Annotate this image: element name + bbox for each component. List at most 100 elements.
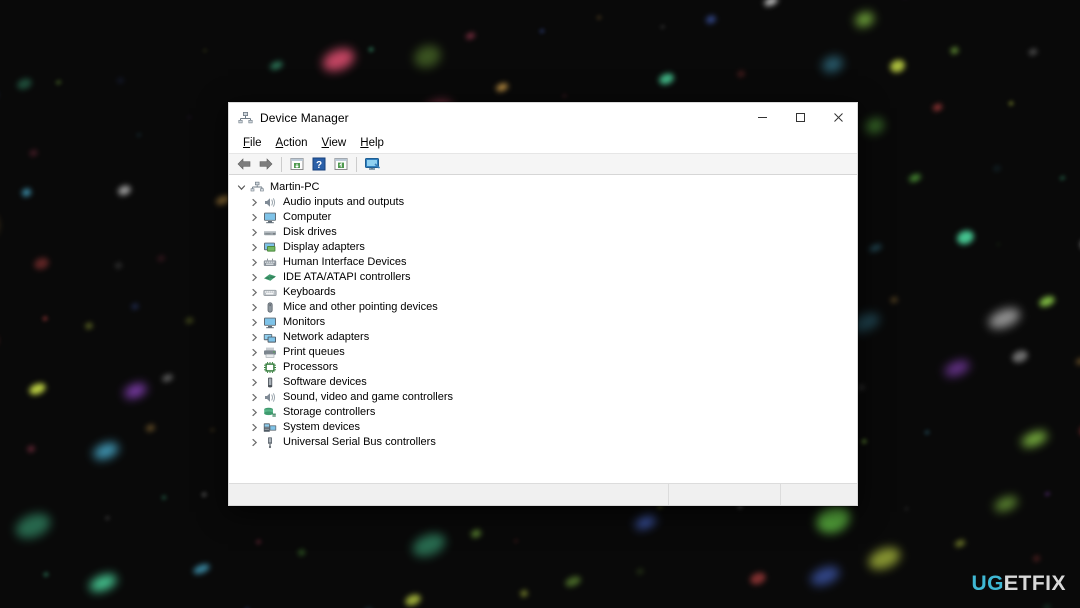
tree-item[interactable]: Network adapters <box>229 330 857 345</box>
mouse-icon <box>262 301 278 315</box>
tree-item-label: Universal Serial Bus controllers <box>283 436 436 448</box>
window-titlebar[interactable]: Device Manager <box>229 103 857 132</box>
chevron-right-icon[interactable] <box>248 391 261 404</box>
menu-help[interactable]: Help <box>354 135 391 151</box>
printer-icon <box>262 346 278 360</box>
chevron-right-icon[interactable] <box>248 196 261 209</box>
tree-item-label: Network adapters <box>283 331 370 343</box>
menu-view[interactable]: View <box>316 135 354 151</box>
tree-item[interactable]: Monitors <box>229 315 857 330</box>
tree-item[interactable]: Mice and other pointing devices <box>229 300 857 315</box>
tree-root-item[interactable]: Martin-PC <box>229 180 857 195</box>
tree-item[interactable]: Keyboards <box>229 285 857 300</box>
device-tree[interactable]: Martin-PC Audio inputs and outputs Comput… <box>229 175 857 483</box>
chevron-right-icon[interactable] <box>248 421 261 434</box>
chevron-right-icon[interactable] <box>248 436 261 449</box>
tree-item[interactable]: Audio inputs and outputs <box>229 195 857 210</box>
back-button[interactable] <box>233 154 255 174</box>
chevron-right-icon[interactable] <box>248 286 261 299</box>
chevron-right-icon[interactable] <box>248 331 261 344</box>
forward-button[interactable] <box>255 154 277 174</box>
tree-item[interactable]: Software devices <box>229 375 857 390</box>
scan-hardware-button[interactable] <box>361 154 383 174</box>
chevron-right-icon[interactable] <box>248 316 261 329</box>
ide-controller-icon <box>262 271 278 285</box>
tree-item[interactable]: Universal Serial Bus controllers <box>229 435 857 450</box>
status-pane-main <box>229 484 669 505</box>
network-adapter-icon <box>262 331 278 345</box>
monitor-icon <box>262 316 278 330</box>
svg-text:?: ? <box>316 160 322 171</box>
tree-item[interactable]: Display adapters <box>229 240 857 255</box>
maximize-button[interactable] <box>781 103 819 132</box>
device-manager-icon <box>237 110 253 126</box>
chevron-right-icon[interactable] <box>248 301 261 314</box>
chevron-right-icon[interactable] <box>248 361 261 374</box>
chevron-right-icon[interactable] <box>248 256 261 269</box>
menu-file[interactable]: File <box>237 135 269 151</box>
usb-controller-icon <box>262 436 278 450</box>
speaker-icon <box>262 196 278 210</box>
tree-item[interactable]: System devices <box>229 420 857 435</box>
monitor-icon <box>262 211 278 225</box>
chevron-right-icon[interactable] <box>248 241 261 254</box>
help-button[interactable]: ? <box>308 154 330 174</box>
hid-icon <box>262 256 278 270</box>
chevron-down-icon[interactable] <box>235 181 248 194</box>
tree-item-label: Disk drives <box>283 226 337 238</box>
menubar: File Action View Help <box>229 132 857 153</box>
minimize-button[interactable] <box>743 103 781 132</box>
tree-item-label: Storage controllers <box>283 406 376 418</box>
window-title: Device Manager <box>260 110 349 125</box>
update-driver-button[interactable] <box>330 154 352 174</box>
tree-item[interactable]: Print queues <box>229 345 857 360</box>
chevron-right-icon[interactable] <box>248 406 261 419</box>
toolbar-separator-2 <box>356 156 357 172</box>
window-controls <box>743 103 857 132</box>
chevron-right-icon[interactable] <box>248 226 261 239</box>
tree-item[interactable]: Sound, video and game controllers <box>229 390 857 405</box>
tree-item[interactable]: Processors <box>229 360 857 375</box>
device-manager-window: Device Manager File Action View Help ? M… <box>228 102 858 506</box>
statusbar <box>229 483 857 505</box>
software-device-icon <box>262 376 278 390</box>
status-pane-right <box>781 484 857 505</box>
chevron-right-icon[interactable] <box>248 271 261 284</box>
display-adapter-icon <box>262 241 278 255</box>
tree-item-label: Mice and other pointing devices <box>283 301 438 313</box>
tree-item-label: Computer <box>283 211 332 223</box>
sound-controller-icon <box>262 391 278 405</box>
storage-controller-icon <box>262 406 278 420</box>
system-device-icon <box>262 421 278 435</box>
tree-item[interactable]: Human Interface Devices <box>229 255 857 270</box>
tree-item[interactable]: Computer <box>229 210 857 225</box>
watermark-part-b: TFIX <box>1018 572 1066 595</box>
tree-item-label: Display adapters <box>283 241 365 253</box>
toolbar: ? <box>229 153 857 175</box>
tree-item-label: Audio inputs and outputs <box>283 196 405 208</box>
keyboard-icon <box>262 286 278 300</box>
tree-item-list: Audio inputs and outputs Computer Disk dri… <box>229 195 857 450</box>
tree-item-label: Sound, video and game controllers <box>283 391 453 403</box>
desktop-background: Device Manager File Action View Help ? M… <box>0 0 1080 608</box>
disk-drive-icon <box>262 226 278 240</box>
tree-item-label: IDE ATA/ATAPI controllers <box>283 271 411 283</box>
processor-icon <box>262 361 278 375</box>
properties-button[interactable] <box>286 154 308 174</box>
watermark-part-a: UG <box>971 572 1004 595</box>
chevron-right-icon[interactable] <box>248 376 261 389</box>
menu-action[interactable]: Action <box>270 135 315 151</box>
computer-node-icon <box>249 181 265 195</box>
tree-item-label: Software devices <box>283 376 367 388</box>
tree-item-label: Keyboards <box>283 286 336 298</box>
tree-item[interactable]: Disk drives <box>229 225 857 240</box>
toolbar-separator <box>281 156 282 172</box>
tree-item[interactable]: IDE ATA/ATAPI controllers <box>229 270 857 285</box>
watermark-part-e: E <box>1003 572 1019 595</box>
chevron-right-icon[interactable] <box>248 211 261 224</box>
tree-item[interactable]: Storage controllers <box>229 405 857 420</box>
chevron-right-icon[interactable] <box>248 346 261 359</box>
status-pane-middle <box>669 484 781 505</box>
tree-item-label: Monitors <box>283 316 326 328</box>
close-button[interactable] <box>819 103 857 132</box>
